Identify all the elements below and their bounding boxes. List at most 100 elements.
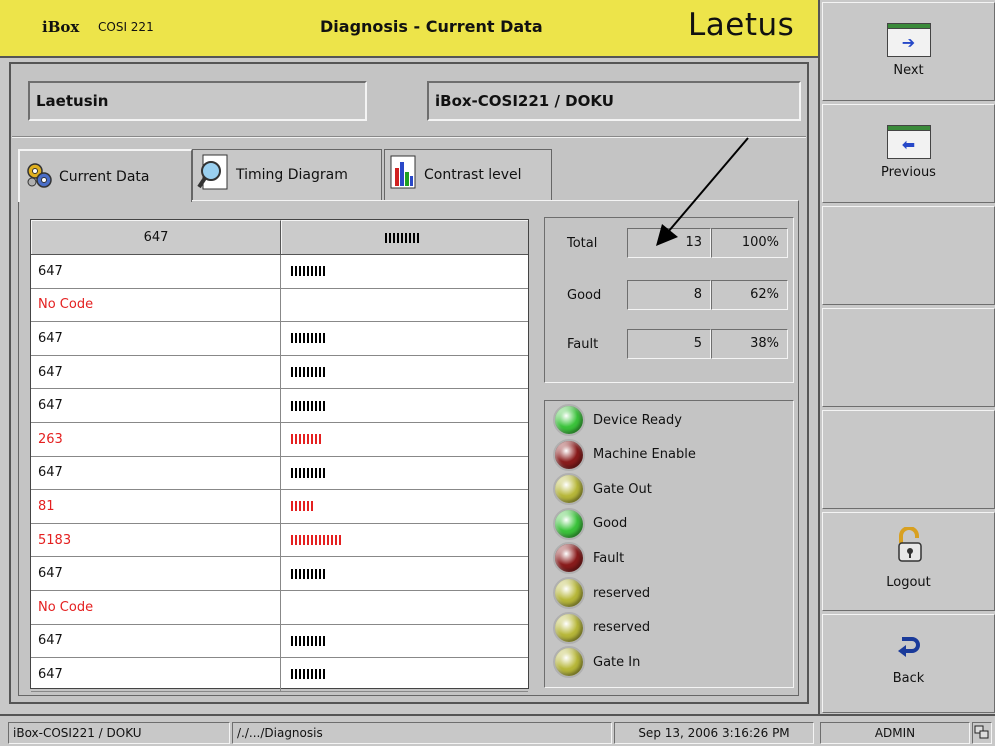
table-body: 647 No Code 647 647 647 263 647 81 5183 647 No Cod… — [31, 255, 528, 692]
code-cell: 263 — [31, 422, 281, 456]
led-row: Fault — [553, 541, 624, 575]
table-row[interactable]: 647 — [31, 557, 528, 591]
code-cell: 647 — [31, 456, 281, 490]
previous-button[interactable]: ⬅ Previous — [822, 104, 995, 203]
next-arrow-icon: ➔ — [886, 23, 931, 57]
stat-good-count: 8 — [627, 280, 711, 310]
barcode-glyph — [291, 333, 325, 344]
barcode-glyph — [291, 266, 325, 277]
status-led-icon — [553, 542, 585, 575]
led-row: Gate In — [553, 645, 640, 679]
brand-name: iBox — [42, 18, 80, 36]
led-row: Machine Enable — [553, 438, 696, 472]
barcode-cell — [281, 322, 528, 355]
stat-fault-label: Fault — [567, 337, 599, 352]
status-led-icon — [553, 611, 585, 644]
code-cell: No Code — [31, 590, 281, 624]
table-header: 647 — [31, 220, 528, 255]
title-bar: iBox COSI 221 Diagnosis - Current Data L… — [0, 0, 818, 58]
table-row[interactable]: 81 — [31, 490, 528, 524]
barcode-cell — [281, 658, 528, 691]
table-row[interactable]: 5183 — [31, 523, 528, 558]
code-cell: 647 — [31, 389, 281, 422]
barcode-glyph — [291, 367, 325, 378]
led-label: reserved — [593, 585, 651, 601]
magnifier-icon — [197, 153, 231, 197]
barcode-cell — [281, 591, 528, 624]
status-led-icon — [553, 646, 585, 679]
page-title: Diagnosis - Current Data — [320, 17, 543, 36]
code-cell: 5183 — [31, 523, 281, 557]
barcode-glyph — [291, 635, 325, 646]
status-path: /./.../Diagnosis — [232, 722, 612, 744]
status-bar: iBox-COSI221 / DOKU /./.../Diagnosis Sep… — [0, 714, 995, 746]
barcode-cell — [281, 457, 528, 490]
table-row[interactable]: No Code — [31, 590, 528, 625]
barcode-cell — [281, 289, 528, 322]
device-field: iBox-COSI221 / DOKU — [427, 81, 801, 121]
results-table: 647 647 No Code 647 647 647 263 647 81 5183 647 No… — [30, 219, 529, 692]
stat-good-label: Good — [567, 288, 602, 303]
table-row[interactable]: 647 — [31, 322, 528, 356]
previous-label: Previous — [881, 165, 936, 180]
status-device: iBox-COSI221 / DOKU — [8, 722, 230, 744]
barcode-cell — [281, 625, 528, 658]
divider — [12, 136, 806, 138]
logout-button[interactable]: Logout — [822, 512, 995, 611]
stat-fault-percent: 38% — [711, 329, 788, 359]
previous-arrow-icon: ⬅ — [886, 125, 931, 159]
stat-total-percent: 100% — [711, 228, 788, 258]
code-cell: 647 — [31, 322, 281, 355]
status-led-icon — [553, 507, 585, 540]
tab-current-data[interactable]: Current Data — [18, 149, 192, 202]
back-button[interactable]: Back — [822, 614, 995, 713]
sidebar: ➔ Next ⬅ Previous Logout Back — [818, 0, 995, 714]
barcode-cell — [281, 490, 528, 523]
barcode-cell — [281, 389, 528, 422]
status-led-icon — [553, 473, 585, 506]
customer-field: Laetusin — [28, 81, 367, 121]
stat-good-percent: 62% — [711, 280, 788, 310]
next-label: Next — [893, 63, 924, 78]
led-row: reserved — [553, 611, 650, 645]
barcode-glyph — [291, 669, 325, 680]
laetus-logo: Laetus — [688, 7, 795, 43]
barcode-cell — [281, 255, 528, 288]
next-button[interactable]: ➔ Next — [822, 2, 995, 101]
table-row[interactable]: 647 — [31, 255, 528, 289]
table-row[interactable]: 647 — [31, 355, 528, 390]
column-header-barcode[interactable] — [281, 220, 528, 254]
table-row[interactable]: 263 — [31, 422, 528, 457]
stat-total-count: 13 — [627, 228, 711, 258]
back-arrow-icon — [896, 633, 922, 665]
main-panel: iBox COSI 221 Diagnosis - Current Data L… — [0, 0, 818, 714]
status-user: ADMIN — [820, 722, 970, 744]
led-label: Device Ready — [593, 412, 682, 428]
padlock-icon — [893, 526, 925, 569]
led-row: Device Ready — [553, 403, 682, 437]
table-row[interactable]: No Code — [31, 288, 528, 323]
table-row[interactable]: 647 — [31, 456, 528, 491]
code-cell: 647 — [31, 658, 281, 691]
barcode-glyph — [291, 434, 321, 445]
code-cell: 647 — [31, 557, 281, 590]
barcode-cell — [281, 557, 528, 590]
tab-timing-diagram[interactable]: Timing Diagram — [192, 149, 382, 200]
table-row[interactable]: 647 — [31, 658, 528, 692]
table-row[interactable]: 647 — [31, 624, 528, 659]
tab-label: Timing Diagram — [236, 167, 348, 183]
gears-icon — [24, 160, 54, 194]
bar-chart-icon — [389, 154, 419, 196]
table-row[interactable]: 647 — [31, 389, 528, 423]
tab-label: Contrast level — [424, 167, 522, 183]
empty-slot-3 — [822, 410, 995, 509]
status-led-panel: Device Ready Machine Enable Gate Out Good Fa… — [544, 400, 794, 688]
status-led-icon — [553, 577, 585, 609]
back-label: Back — [892, 671, 925, 686]
code-cell: No Code — [31, 288, 281, 322]
stat-fault-count: 5 — [627, 329, 711, 359]
tab-contrast-level[interactable]: Contrast level — [384, 149, 552, 200]
status-led-icon — [553, 438, 585, 471]
barcode-glyph — [291, 400, 325, 411]
column-header-code[interactable]: 647 — [31, 220, 281, 254]
